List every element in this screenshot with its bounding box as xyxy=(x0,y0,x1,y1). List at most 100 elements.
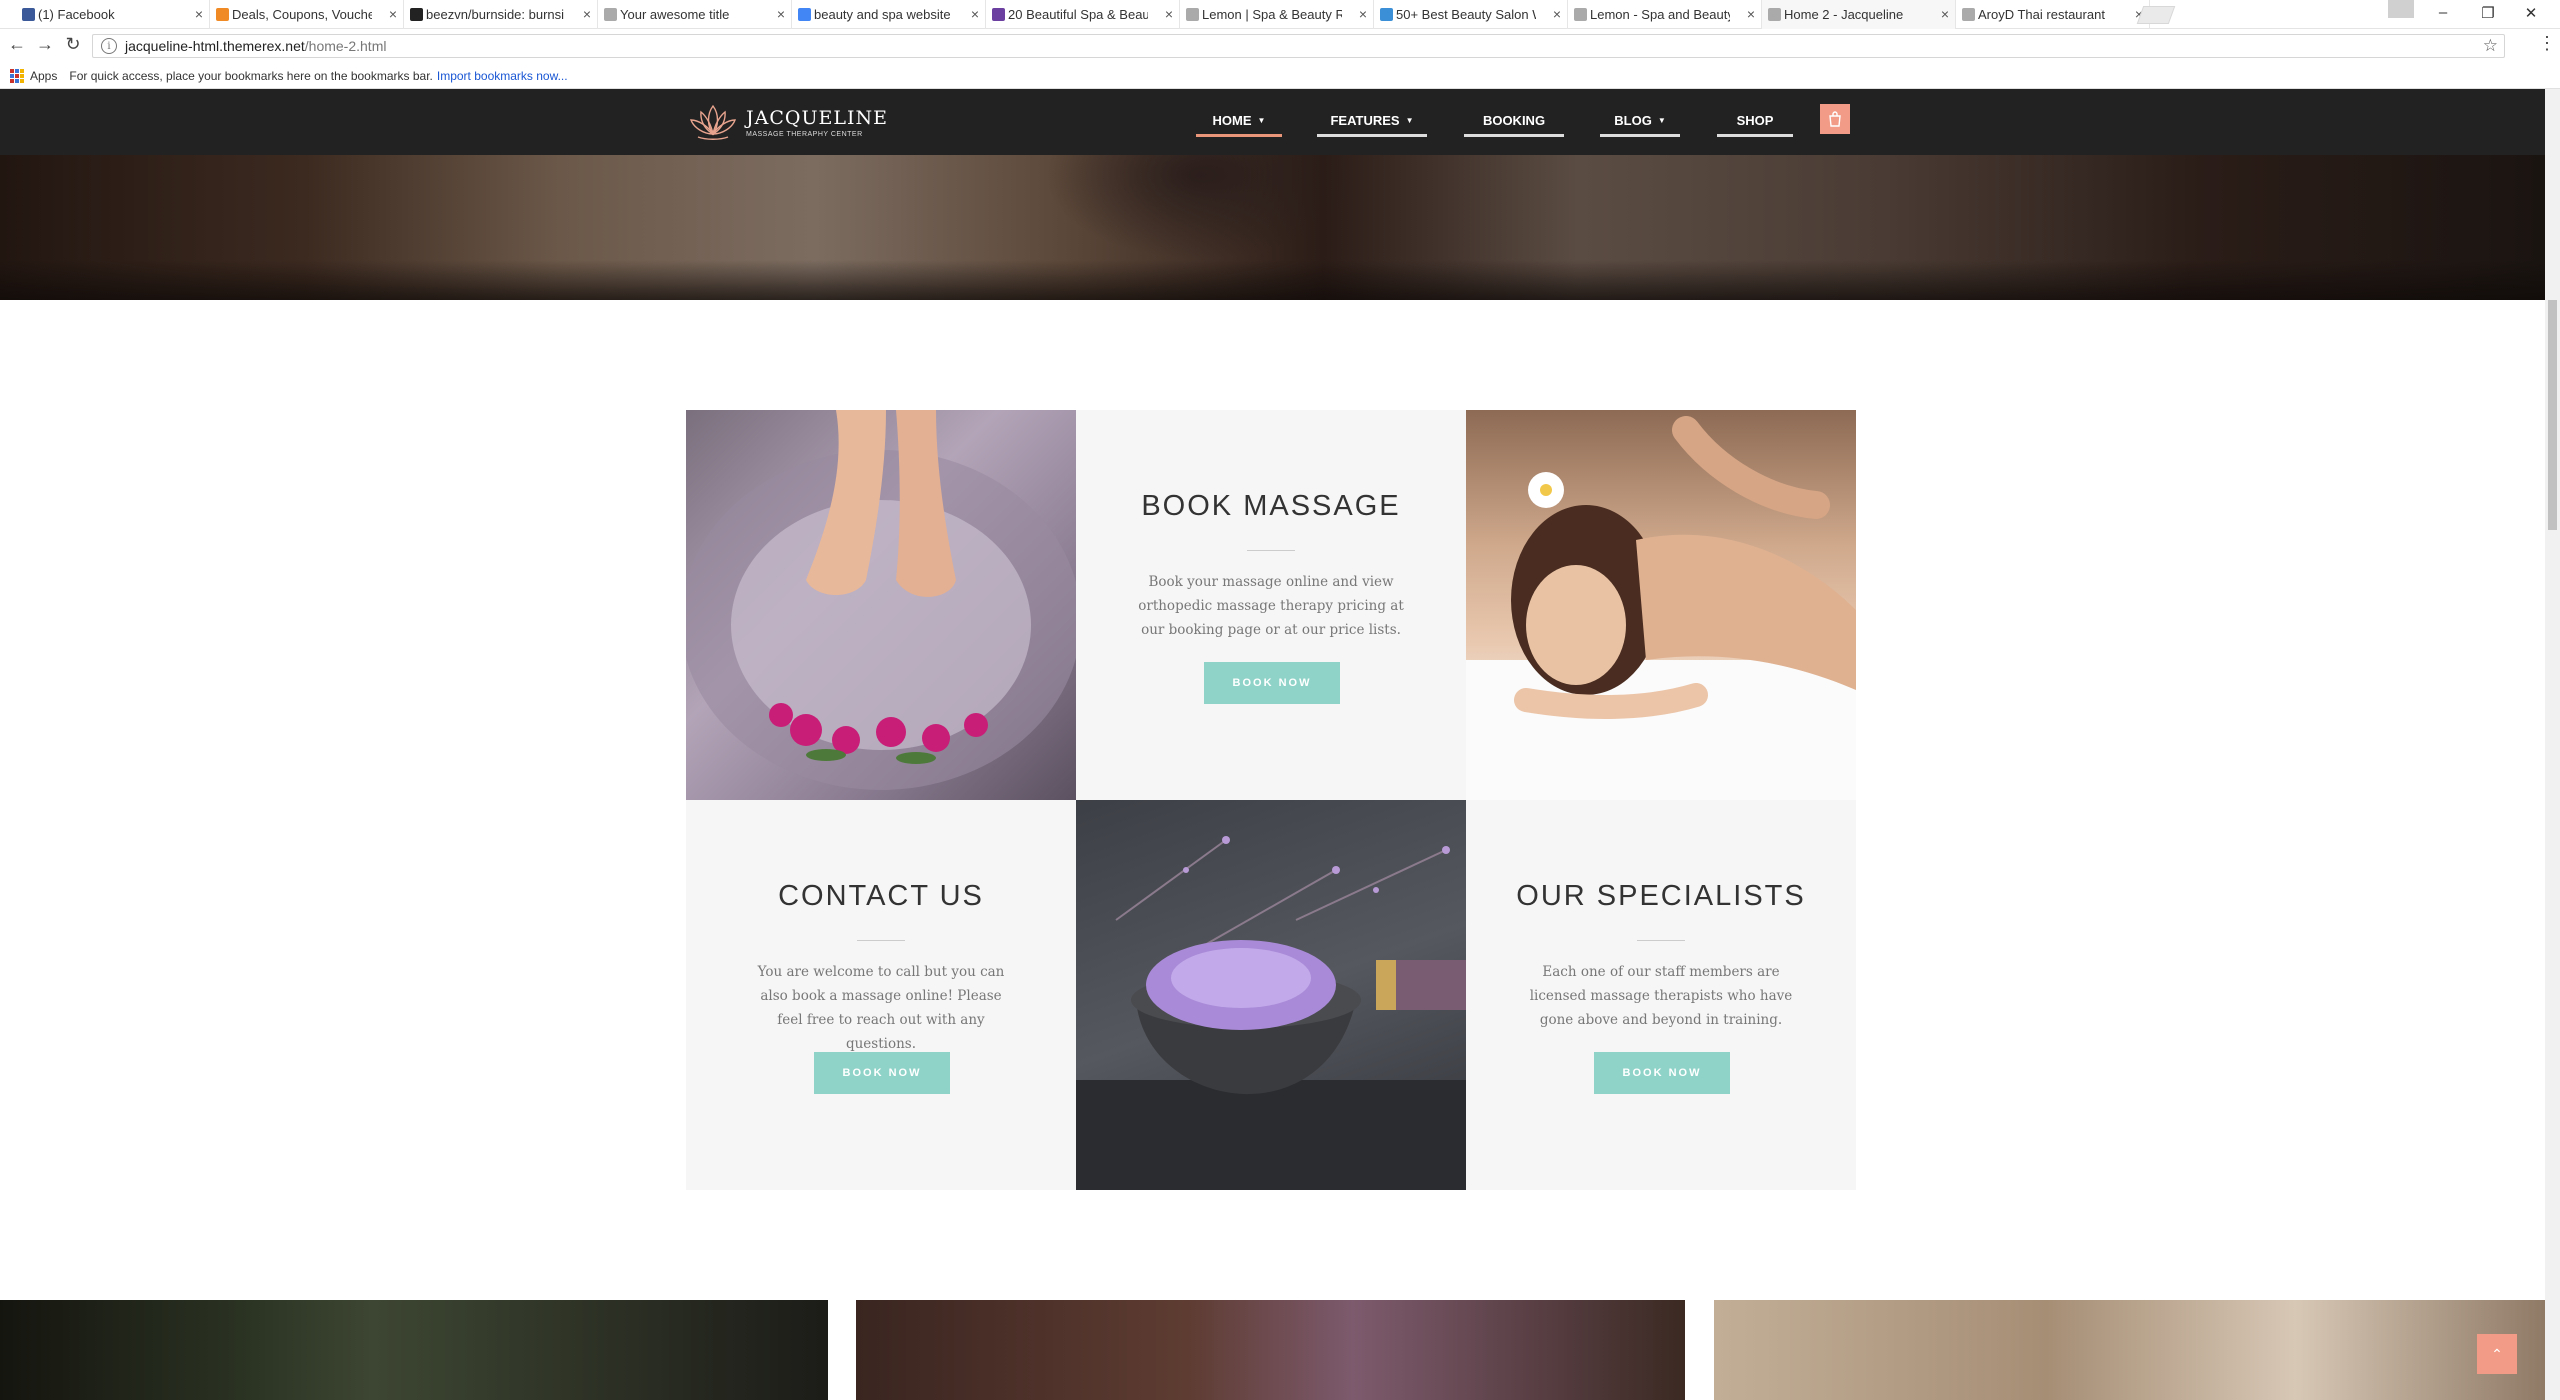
reload-icon[interactable]: ↻ xyxy=(62,34,84,55)
close-tab-icon[interactable]: × xyxy=(1747,6,1755,22)
shopping-bag-icon xyxy=(1829,111,1841,127)
url-host: jacqueline-html.themerex.net xyxy=(125,38,305,54)
back-icon[interactable]: ← xyxy=(6,34,28,55)
divider xyxy=(1637,940,1685,941)
new-tab-button[interactable] xyxy=(2136,6,2176,24)
candle-image xyxy=(0,1300,828,1400)
apps-icon[interactable] xyxy=(10,68,24,83)
address-bar[interactable]: i jacqueline-html.themerex.net/home-2.ht… xyxy=(92,34,2505,58)
forward-icon[interactable]: → xyxy=(34,34,56,55)
site-logo[interactable]: JACQUELINE MASSAGE THERAPHY CENTER xyxy=(686,100,888,144)
tab-title: 50+ Best Beauty Salon W xyxy=(1396,7,1536,22)
page-icon xyxy=(1962,8,1975,21)
google-icon xyxy=(798,8,811,21)
book-now-button[interactable]: BOOK NOW xyxy=(1594,1052,1730,1094)
card-title: CONTACT US xyxy=(778,880,984,912)
browser-tab[interactable]: Home 2 - Jacqueline × xyxy=(1762,0,1956,29)
nav-shop[interactable]: SHOP xyxy=(1717,107,1793,137)
nav-blog-label: BLOG xyxy=(1614,113,1652,128)
page-icon xyxy=(604,8,617,21)
profile-icon[interactable] xyxy=(2388,0,2414,18)
spa-stones-image xyxy=(1714,1300,2545,1400)
tab-title: beezvn/burnside: burnsi xyxy=(426,7,565,22)
close-tab-icon[interactable]: × xyxy=(1941,6,1949,22)
scrollbar-thumb[interactable] xyxy=(2548,300,2557,530)
logo-text: JACQUELINE MASSAGE THERAPHY CENTER xyxy=(746,107,888,138)
tab-title: 20 Beautiful Spa & Beau xyxy=(1008,7,1148,22)
browser-tab[interactable]: 20 Beautiful Spa & Beau × xyxy=(986,0,1180,29)
tab-title: Lemon - Spa and Beauty xyxy=(1590,7,1730,22)
browser-tab[interactable]: beauty and spa website × xyxy=(792,0,986,29)
browser-tab[interactable]: beezvn/burnside: burnsi × xyxy=(404,0,598,29)
card-text: Book your massage online and view orthop… xyxy=(1138,574,1404,638)
orchid-image xyxy=(856,1300,1685,1400)
site-icon xyxy=(992,8,1005,21)
browser-tab[interactable]: Lemon | Spa & Beauty R × xyxy=(1180,0,1374,29)
pedicure-illustration xyxy=(686,410,1076,790)
contact-us-card: CONTACT US You are welcome to call but y… xyxy=(686,800,1076,1190)
massage-illustration xyxy=(1466,416,1856,800)
close-tab-icon[interactable]: × xyxy=(777,6,785,22)
info-icon[interactable]: i xyxy=(101,38,117,54)
site-icon xyxy=(1380,8,1393,21)
nav-booking[interactable]: BOOKING xyxy=(1464,107,1564,137)
browser-tab[interactable]: AroyD Thai restaurant × xyxy=(1956,0,2150,29)
tab-title: Your awesome title xyxy=(620,7,730,22)
salt-bowl-illustration xyxy=(1076,836,1466,1190)
close-tab-icon[interactable]: × xyxy=(1165,6,1173,22)
card-text: You are welcome to call but you can also… xyxy=(757,964,1005,1052)
book-massage-card: BOOK MASSAGE Book your massage online an… xyxy=(1076,410,1466,800)
url-path: /home-2.html xyxy=(304,38,387,54)
restore-icon[interactable]: ❐ xyxy=(2473,4,2503,22)
our-specialists-card: OUR SPECIALISTS Each one of our staff me… xyxy=(1466,800,1856,1190)
close-tab-icon[interactable]: × xyxy=(1359,6,1367,22)
browser-tab[interactable]: Your awesome title × xyxy=(598,0,792,29)
divider xyxy=(857,940,905,941)
nav-home[interactable]: HOME ▼ xyxy=(1196,107,1282,137)
minimize-icon[interactable]: – xyxy=(2428,4,2458,21)
browser-tab[interactable]: Deals, Coupons, Vouche × xyxy=(210,0,404,29)
browser-tab-bar: (1) Facebook × Deals, Coupons, Vouche × beez… xyxy=(0,0,2560,29)
browser-menu-icon[interactable]: ⋮ xyxy=(2538,33,2556,54)
card-text: Each one of our staff members are licens… xyxy=(1529,964,1793,1028)
browser-toolbar: ← → ↻ i jacqueline-html.themerex.net/hom… xyxy=(0,29,2560,63)
tab-title: Deals, Coupons, Vouche xyxy=(232,7,372,22)
page-icon xyxy=(1574,8,1587,21)
browser-tab[interactable]: Lemon - Spa and Beauty × xyxy=(1568,0,1762,29)
close-tab-icon[interactable]: × xyxy=(389,6,397,22)
browser-tab[interactable]: (1) Facebook × xyxy=(16,0,210,29)
card-title: BOOK MASSAGE xyxy=(1141,490,1401,522)
page-scrollbar[interactable] xyxy=(2545,89,2560,1400)
nav-blog[interactable]: BLOG ▼ xyxy=(1600,107,1680,137)
logo-name: JACQUELINE xyxy=(746,106,888,129)
book-now-button[interactable]: BOOK NOW xyxy=(814,1052,950,1094)
import-bookmarks-link[interactable]: Import bookmarks now... xyxy=(437,69,568,83)
bookmarks-bar: Apps For quick access, place your bookma… xyxy=(0,63,2560,89)
browser-tab[interactable]: 50+ Best Beauty Salon W × xyxy=(1374,0,1568,29)
card-title: OUR SPECIALISTS xyxy=(1516,880,1806,912)
close-tab-icon[interactable]: × xyxy=(971,6,979,22)
scroll-to-top-button[interactable]: ⌃ xyxy=(2477,1334,2517,1374)
tab-title: Home 2 - Jacqueline xyxy=(1784,7,1904,22)
github-icon xyxy=(410,8,423,21)
close-tab-icon[interactable]: × xyxy=(195,6,203,22)
cart-button[interactable] xyxy=(1820,104,1850,134)
logo-tagline: MASSAGE THERAPHY CENTER xyxy=(746,130,863,138)
nav-features[interactable]: FEATURES ▼ xyxy=(1317,107,1427,137)
chevron-down-icon: ▼ xyxy=(1257,116,1266,125)
divider xyxy=(1247,550,1295,551)
deals-icon xyxy=(216,8,229,21)
page-icon xyxy=(1186,8,1199,21)
nav-shop-label: SHOP xyxy=(1736,113,1774,128)
nav-features-label: FEATURES xyxy=(1330,113,1400,128)
close-tab-icon[interactable]: × xyxy=(1553,6,1561,22)
close-window-icon[interactable]: ✕ xyxy=(2516,4,2546,22)
bookmark-star-icon[interactable]: ☆ xyxy=(2483,36,2498,56)
book-now-button[interactable]: BOOK NOW xyxy=(1204,662,1340,704)
chevron-down-icon: ▼ xyxy=(1405,116,1414,125)
close-tab-icon[interactable]: × xyxy=(583,6,591,22)
apps-label[interactable]: Apps xyxy=(30,69,57,83)
tab-title: AroyD Thai restaurant xyxy=(1978,7,2105,22)
chevron-down-icon: ▼ xyxy=(1657,116,1666,125)
chevron-up-icon: ⌃ xyxy=(2491,1345,2503,1362)
